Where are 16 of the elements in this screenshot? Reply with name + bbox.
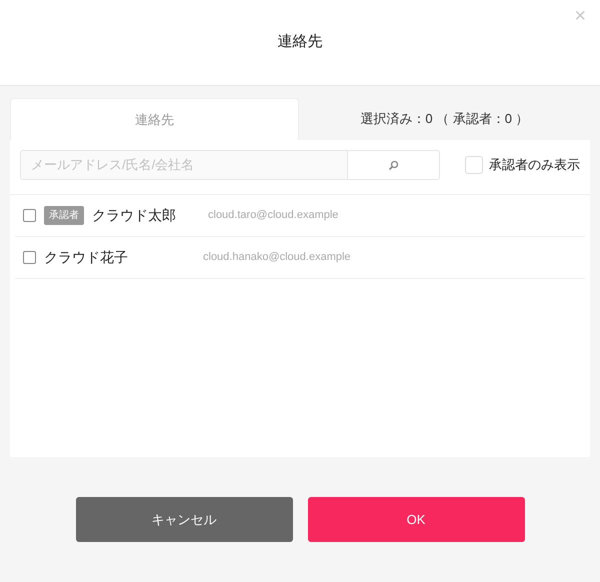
search-icon [388, 160, 399, 170]
tab[interactable]: 選択済み：0 （ 承認者：0 ） [299, 98, 590, 140]
tab[interactable]: 連絡先 [10, 98, 299, 140]
contact-name: クラウド花子 [44, 248, 129, 267]
approver-tag: 承認者 [44, 206, 84, 225]
ok-button[interactable]: OK [308, 497, 524, 542]
checkbox[interactable] [465, 156, 483, 174]
row-checkbox[interactable] [23, 251, 36, 264]
checkbox-label: 承認者のみ表示 [489, 156, 580, 174]
dialog-title: 連絡先 [278, 32, 322, 52]
row-checkbox[interactable] [23, 209, 36, 222]
search-field[interactable]: メールアドレス/氏名/会社名 [20, 150, 348, 180]
cancel-button[interactable]: キャンセル [76, 497, 292, 542]
contact-email: cloud.hanako@cloud.example [203, 250, 351, 266]
contact-email: cloud.taro@cloud.example [208, 208, 338, 224]
contact-name: クラウド太郎 [92, 206, 177, 225]
